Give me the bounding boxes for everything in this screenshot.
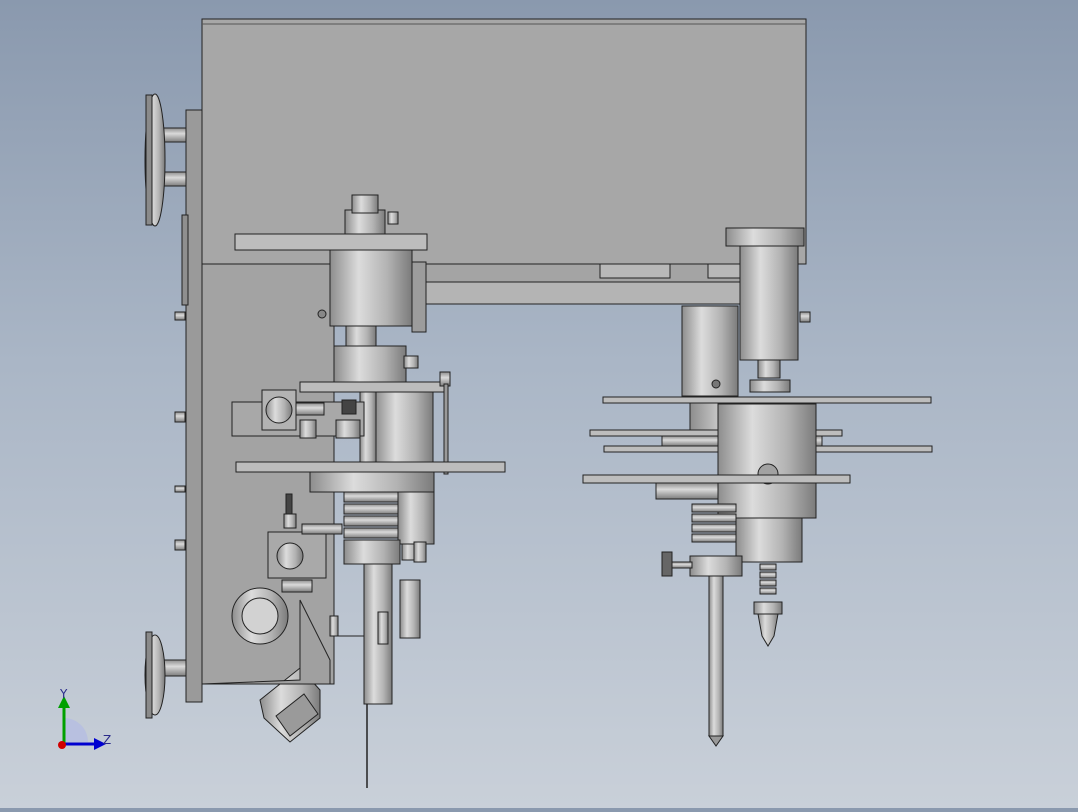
triad-y-label: Y [59, 687, 68, 701]
main-housing [201, 18, 807, 265]
right-main-cylinder[interactable] [717, 403, 817, 519]
assembly-drawing[interactable]: Y Z [0, 0, 1078, 808]
left-spring [343, 491, 399, 539]
right-threaded-shaft [759, 563, 777, 595]
right-spring [691, 503, 737, 543]
right-probe-rod [708, 575, 724, 737]
cad-viewport[interactable]: Y Z [0, 0, 1078, 808]
left-main-cylinder[interactable] [329, 249, 413, 327]
left-side-rail [185, 109, 203, 703]
triad-z-label: Z [103, 733, 111, 747]
coordinate-triad[interactable]: Y Z [58, 687, 111, 750]
leveling-foot-bottom [144, 631, 187, 719]
horizontal-beam [419, 281, 741, 305]
leveling-foot-top [144, 93, 187, 227]
triad-x-axis-dot [58, 741, 66, 749]
top-flange-plate [234, 233, 428, 251]
triad-arc [64, 718, 88, 742]
lower-flange-plate [235, 461, 506, 473]
mid-flange-plate [299, 381, 447, 393]
right-top-cap[interactable] [725, 227, 805, 247]
right-upper-disc [602, 396, 932, 404]
